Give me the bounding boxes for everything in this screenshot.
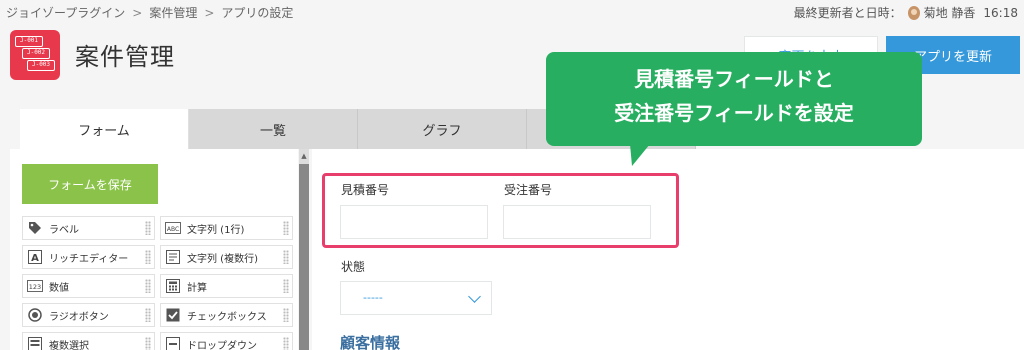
palette-item-text: ラベル	[49, 224, 79, 236]
highlight-box	[322, 173, 679, 248]
callout-line: 見積番号フィールドと	[634, 67, 834, 91]
scroll-up-arrow-icon[interactable]: ▲	[299, 151, 309, 161]
drag-handle-icon[interactable]	[145, 337, 151, 350]
breadcrumb-separator: >	[132, 6, 143, 20]
drag-handle-icon[interactable]	[145, 279, 151, 293]
drag-handle-icon[interactable]	[283, 250, 289, 264]
app-icon-card: J-002	[22, 48, 50, 59]
checkbox-icon	[165, 307, 181, 323]
last-updated-label: 最終更新者と日時：	[793, 6, 902, 20]
abc-icon: ABC	[165, 220, 181, 236]
save-form-button[interactable]: フォームを保存	[22, 164, 158, 204]
tab-form[interactable]: フォーム	[20, 109, 189, 149]
palette-item-radio[interactable]: ラジオボタン	[22, 303, 155, 327]
svg-text:123: 123	[29, 283, 41, 291]
top-bar: ジョイゾープラグイン > 案件管理 > アプリの設定 最終更新者と日時： 菊地 静香 1…	[0, 0, 1024, 24]
drag-handle-icon[interactable]	[145, 308, 151, 322]
palette-item-number[interactable]: 123 数値	[22, 274, 155, 298]
palette-item-multi-select[interactable]: 複数選択	[22, 332, 155, 350]
app-icon-card: J-003	[27, 60, 55, 71]
last-updated-info: 最終更新者と日時： 菊地 静香 16:18	[794, 4, 1018, 21]
palette-item-text: リッチエディター	[49, 253, 129, 265]
field-palette: フォームを保存 ラベル ABC 文字列 (1行) A リッチエディター 文字列 …	[10, 149, 298, 350]
letter-a-icon: A	[27, 249, 43, 265]
last-updated-time: 16:18	[983, 5, 1018, 20]
calculator-icon	[165, 278, 181, 294]
palette-item-checkbox[interactable]: チェックボックス	[160, 303, 293, 327]
tab-graph[interactable]: グラフ	[358, 109, 527, 149]
svg-text:A: A	[31, 253, 39, 264]
breadcrumb-item-app[interactable]: 案件管理	[149, 6, 197, 20]
palette-item-text: 文字列 (1行)	[187, 224, 245, 236]
palette-item-multi-line-text[interactable]: 文字列 (複数行)	[160, 245, 293, 269]
tag-icon	[27, 220, 43, 236]
callout-annotation: 見積番号フィールドと 受注番号フィールドを設定	[546, 52, 922, 146]
palette-item-single-line-text[interactable]: ABC 文字列 (1行)	[160, 216, 293, 240]
customer-info-section-title: 顧客情報	[340, 334, 401, 350]
number-123-icon: 123	[27, 278, 43, 294]
breadcrumb-item-settings: アプリの設定	[221, 6, 294, 20]
drag-handle-icon[interactable]	[283, 221, 289, 235]
palette-item-text: チェックボックス	[187, 311, 267, 323]
drag-handle-icon[interactable]	[145, 221, 151, 235]
palette-item-rich-editor[interactable]: A リッチエディター	[22, 245, 155, 269]
palette-item-text: ラジオボタン	[49, 311, 109, 323]
breadcrumb-item-plugin[interactable]: ジョイゾープラグイン	[6, 6, 125, 20]
app-icon-card: J-001	[15, 36, 43, 47]
status-dropdown[interactable]: -----	[340, 281, 492, 315]
palette-item-label[interactable]: ラベル	[22, 216, 155, 240]
drag-handle-icon[interactable]	[145, 250, 151, 264]
radio-icon	[27, 307, 43, 323]
callout-line: 受注番号フィールドを設定	[614, 101, 854, 125]
palette-item-text: ドロップダウン	[187, 340, 257, 350]
status-label: 状態	[341, 260, 366, 274]
last-updated-user[interactable]: 菊地 静香	[924, 4, 976, 21]
drag-handle-icon[interactable]	[283, 308, 289, 322]
status-selected-value: -----	[363, 291, 383, 304]
breadcrumb: ジョイゾープラグイン > 案件管理 > アプリの設定	[6, 4, 293, 21]
multiline-text-icon	[165, 249, 181, 265]
palette-item-text: 数値	[49, 282, 69, 294]
palette-item-text: 複数選択	[49, 340, 89, 350]
drag-handle-icon[interactable]	[283, 337, 289, 350]
avatar	[907, 5, 920, 20]
app-icon: J-001 J-002 J-003	[10, 30, 60, 80]
palette-item-text: 計算	[187, 282, 207, 294]
multi-select-icon	[27, 336, 43, 350]
dropdown-icon	[165, 336, 181, 350]
breadcrumb-separator: >	[204, 6, 215, 20]
palette-scrollbar-thumb[interactable]	[299, 164, 309, 350]
palette-item-dropdown[interactable]: ドロップダウン	[160, 332, 293, 350]
palette-item-text: 文字列 (複数行)	[187, 253, 258, 265]
drag-handle-icon[interactable]	[283, 279, 289, 293]
chevron-down-icon	[468, 290, 481, 303]
tab-list[interactable]: 一覧	[189, 109, 358, 149]
app-title: 案件管理	[75, 43, 175, 71]
palette-item-calc[interactable]: 計算	[160, 274, 293, 298]
svg-text:ABC: ABC	[167, 226, 179, 233]
